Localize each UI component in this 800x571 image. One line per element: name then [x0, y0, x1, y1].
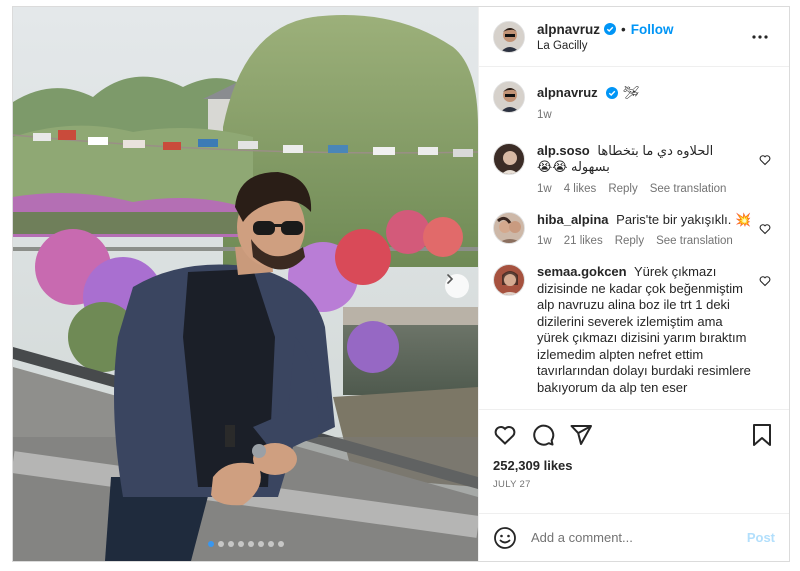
reply-button[interactable]: Reply [615, 235, 644, 247]
more-options-icon[interactable] [749, 29, 771, 45]
heart-icon[interactable] [493, 423, 517, 447]
chevron-right-icon [447, 274, 454, 284]
post-side-panel: alpnavruz • Follow La Gacilly alpnavruz … [478, 7, 789, 561]
carousel-dot [267, 541, 274, 547]
carousel-dot [227, 541, 234, 547]
see-translation-link[interactable]: See translation [650, 183, 727, 195]
comment-likes[interactable]: 4 likes [564, 183, 597, 195]
comment-time[interactable]: 1w [537, 235, 552, 247]
caption: alpnavruz 🛩 1w [493, 81, 775, 121]
commenter-username[interactable]: alp.soso [537, 143, 590, 158]
verified-badge-icon [604, 23, 617, 35]
post-header: alpnavruz • Follow La Gacilly [479, 7, 789, 67]
carousel-dot [217, 541, 224, 547]
post-comment-button[interactable]: Post [747, 530, 775, 545]
comment-item: alp.soso الحلاوه دي ما بتخطاها بسهوله 😭😭… [493, 142, 775, 195]
caption-username[interactable]: alpnavruz [537, 85, 598, 102]
add-comment-bar: Post [479, 513, 789, 561]
commenter-avatar[interactable] [493, 211, 525, 244]
like-comment-heart-icon[interactable] [759, 153, 771, 171]
caption-text: 🛩 [622, 85, 640, 100]
verified-badge-icon [605, 87, 618, 100]
comment-item: semaa.gokcen Yürek çıkmazı dizisinde ne … [493, 264, 775, 396]
comment-time[interactable]: 1w [537, 183, 552, 195]
author-avatar[interactable] [493, 81, 525, 113]
emoji-icon[interactable] [493, 526, 517, 550]
caption-time[interactable]: 1w [537, 109, 552, 121]
header-separator: • [621, 21, 626, 37]
follow-button[interactable]: Follow [631, 22, 674, 37]
author-username[interactable]: alpnavruz [537, 22, 600, 37]
carousel-dot [247, 541, 254, 547]
add-comment-input[interactable] [531, 530, 747, 545]
comment-likes[interactable]: 21 likes [564, 235, 603, 247]
carousel-dot [257, 541, 264, 547]
post-location[interactable]: La Gacilly [537, 40, 777, 52]
author-avatar[interactable] [493, 20, 525, 53]
commenter-username[interactable]: semaa.gokcen [537, 264, 627, 279]
comment-text: Yürek çıkmazı dizisinde ne kadar çok beğ… [537, 264, 751, 395]
reply-button[interactable]: Reply [608, 183, 637, 195]
carousel-dot [207, 541, 214, 547]
post-actions: 252,309 likes JULY 27 [479, 409, 789, 513]
like-count[interactable]: 252,309 likes [493, 458, 775, 473]
carousel-indicator [13, 541, 478, 547]
like-comment-heart-icon[interactable] [759, 274, 771, 292]
like-comment-heart-icon[interactable] [759, 222, 771, 240]
post-date[interactable]: JULY 27 [493, 479, 775, 490]
post-modal: alpnavruz • Follow La Gacilly alpnavruz … [12, 6, 790, 562]
commenter-avatar[interactable] [493, 142, 525, 175]
post-photo[interactable] [13, 7, 478, 561]
comment-text: Paris'te bir yakışıklı. 💥 [616, 211, 752, 227]
see-translation-link[interactable]: See translation [656, 235, 733, 247]
carousel-dot [237, 541, 244, 547]
carousel-dot [277, 541, 284, 547]
share-icon[interactable] [569, 423, 593, 447]
comment-icon[interactable] [531, 423, 555, 447]
commenter-username[interactable]: hiba_alpina [537, 212, 609, 227]
commenter-avatar[interactable] [493, 264, 525, 296]
next-photo-button[interactable] [445, 274, 469, 298]
photo-illustration [13, 7, 478, 561]
comments-list: alpnavruz 🛩 1w alp.soso الحلاوه دي ما بت… [479, 67, 789, 409]
comment-item: hiba_alpina Paris'te bir yakışıklı. 💥 1w… [493, 211, 775, 247]
bookmark-icon[interactable] [751, 423, 773, 447]
